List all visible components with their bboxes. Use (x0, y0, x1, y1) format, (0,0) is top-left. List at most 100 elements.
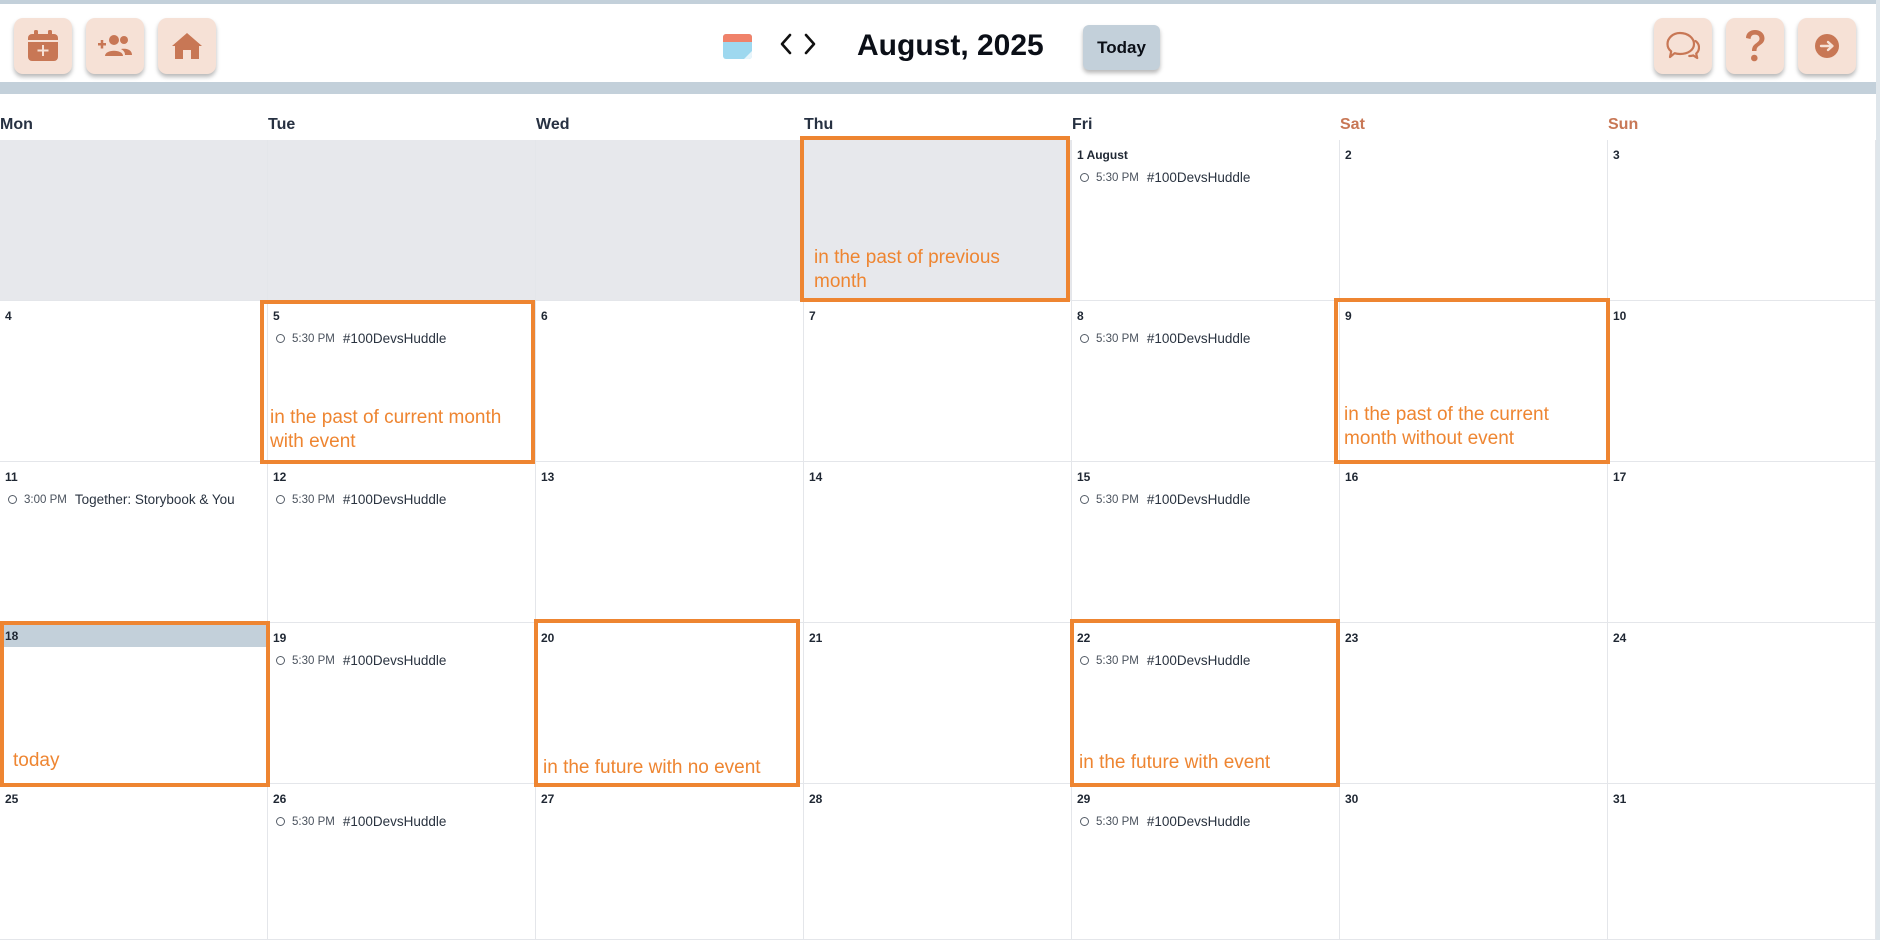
calendar-event[interactable]: 5:30 PM #100DevsHuddle (1080, 331, 1250, 346)
toolbar-divider (0, 82, 1876, 94)
day-cell[interactable]: 15 5:30 PM #100DevsHuddle (1072, 462, 1340, 623)
day-number: 2 (1345, 148, 1352, 162)
day-cell[interactable]: 26 5:30 PM #100DevsHuddle (268, 784, 536, 940)
calendar-event[interactable]: 3:00 PM Together: Storybook & You (8, 492, 235, 507)
add-event-button[interactable] (14, 18, 72, 74)
calendar-event[interactable]: 5:30 PM #100DevsHuddle (276, 653, 446, 668)
next-month-button[interactable] (802, 32, 818, 61)
event-dot-icon (1080, 495, 1089, 504)
annotation-past-with-event-label: in the past of current month with event (270, 407, 502, 452)
event-time: 5:30 PM (1096, 332, 1139, 345)
weekday-sat: Sat (1340, 116, 1365, 133)
annotation-future-with-event-label: in the future with event (1079, 752, 1271, 773)
day-cell[interactable]: 19 5:30 PM #100DevsHuddle (268, 623, 536, 784)
day-number: 29 (1077, 792, 1091, 806)
day-number: 19 (273, 631, 287, 645)
day-cell[interactable]: 16 (1340, 462, 1608, 623)
day-cell[interactable]: 17 (1608, 462, 1876, 623)
event-time: 5:30 PM (1096, 815, 1139, 828)
day-number: 11 (5, 470, 18, 484)
event-dot-icon (1080, 656, 1089, 665)
event-title: #100DevsHuddle (1146, 170, 1251, 185)
day-cell[interactable]: 25 (0, 784, 268, 940)
day-number: 17 (1613, 470, 1627, 484)
day-cell[interactable]: 24 (1608, 623, 1876, 784)
question-mark-icon (1746, 30, 1765, 62)
prev-month-button[interactable] (778, 32, 794, 61)
event-dot-icon (276, 495, 285, 504)
day-cell[interactable]: 8 5:30 PM #100DevsHuddle (1072, 301, 1340, 462)
day-cell[interactable]: 11 3:00 PM Together: Storybook & You (0, 462, 268, 623)
weekday-tue: Tue (268, 116, 296, 133)
toolbar: August, 2025 Today (0, 4, 1876, 82)
day-cell[interactable]: 30 (1340, 784, 1608, 940)
day-cell[interactable]: 12 5:30 PM #100DevsHuddle (268, 462, 536, 623)
event-time: 5:30 PM (292, 493, 335, 506)
event-dot-icon (276, 334, 285, 343)
day-cell[interactable]: 31 (1608, 784, 1876, 940)
day-cell-previous-month[interactable] (268, 140, 536, 301)
day-cell[interactable]: 27 (536, 784, 804, 940)
calendar-event[interactable]: 5:30 PM #100DevsHuddle (1080, 492, 1250, 507)
day-cell[interactable]: 4 (0, 301, 268, 462)
day-cell-previous-month[interactable] (0, 140, 268, 301)
event-title: #100DevsHuddle (1146, 814, 1251, 829)
event-title: #100DevsHuddle (1146, 331, 1251, 346)
event-title: #100DevsHuddle (342, 814, 447, 829)
day-cell[interactable]: 28 (804, 784, 1072, 940)
day-number: 16 (1345, 470, 1359, 484)
day-number: 12 (273, 470, 287, 484)
day-number: 18 (5, 629, 19, 643)
day-cell[interactable]: 2 (1340, 140, 1608, 301)
calendar-event[interactable]: 5:30 PM #100DevsHuddle (1080, 814, 1250, 829)
day-cell[interactable]: 3 (1608, 140, 1876, 301)
add-people-button[interactable] (86, 18, 144, 74)
month-title: August, 2025 (857, 29, 1044, 62)
day-cell-previous-month[interactable] (536, 140, 804, 301)
calendar-event[interactable]: 5:30 PM #100DevsHuddle (276, 814, 446, 829)
home-icon (172, 33, 202, 59)
chevron-left-icon (780, 33, 792, 55)
day-number: 7 (809, 309, 816, 323)
event-dot-icon (276, 817, 285, 826)
day-number: 1 August (1077, 148, 1128, 162)
day-cell[interactable]: 10 (1608, 301, 1876, 462)
day-cell[interactable]: 29 5:30 PM #100DevsHuddle (1072, 784, 1340, 940)
day-cell[interactable]: 23 (1340, 623, 1608, 784)
today-button[interactable]: Today (1083, 25, 1160, 70)
calendar-event[interactable]: 5:30 PM #100DevsHuddle (276, 492, 446, 507)
weekday-mon: Mon (0, 116, 33, 133)
day-number: 8 (1077, 309, 1084, 323)
sticky-note-icon[interactable] (722, 31, 754, 66)
day-number: 14 (809, 470, 823, 484)
today-highlight-bar: 18 (0, 623, 267, 647)
event-dot-icon (8, 495, 17, 504)
day-cell[interactable]: 6 (536, 301, 804, 462)
day-number: 3 (1613, 148, 1620, 162)
day-cell[interactable]: 7 (804, 301, 1072, 462)
home-button[interactable] (158, 18, 216, 74)
event-title: #100DevsHuddle (342, 331, 447, 346)
day-cell[interactable]: 14 (804, 462, 1072, 623)
calendar-event[interactable]: 5:30 PM #100DevsHuddle (276, 331, 446, 346)
event-time: 5:30 PM (1096, 654, 1139, 667)
day-cell[interactable]: 1 August 5:30 PM #100DevsHuddle (1072, 140, 1340, 301)
day-number: 24 (1613, 631, 1627, 645)
logout-button[interactable] (1798, 18, 1856, 74)
day-cell[interactable]: 13 (536, 462, 804, 623)
arrow-right-circle-icon (1815, 34, 1839, 58)
day-number: 15 (1077, 470, 1091, 484)
calendar-event[interactable]: 5:30 PM #100DevsHuddle (1080, 170, 1250, 185)
chat-bubbles-icon (1666, 31, 1700, 60)
calendar-event[interactable]: 5:30 PM #100DevsHuddle (1080, 653, 1250, 668)
help-button[interactable] (1726, 18, 1784, 74)
annotation-prev-month-label: in the past of previous month (814, 247, 1000, 292)
event-time: 5:30 PM (1096, 493, 1139, 506)
day-number: 4 (5, 309, 12, 323)
day-cell[interactable]: 21 (804, 623, 1072, 784)
day-number: 9 (1345, 309, 1352, 323)
day-number: 26 (273, 792, 287, 806)
event-title: #100DevsHuddle (1146, 492, 1251, 507)
day-number: 31 (1613, 792, 1627, 806)
chat-button[interactable] (1654, 18, 1712, 74)
